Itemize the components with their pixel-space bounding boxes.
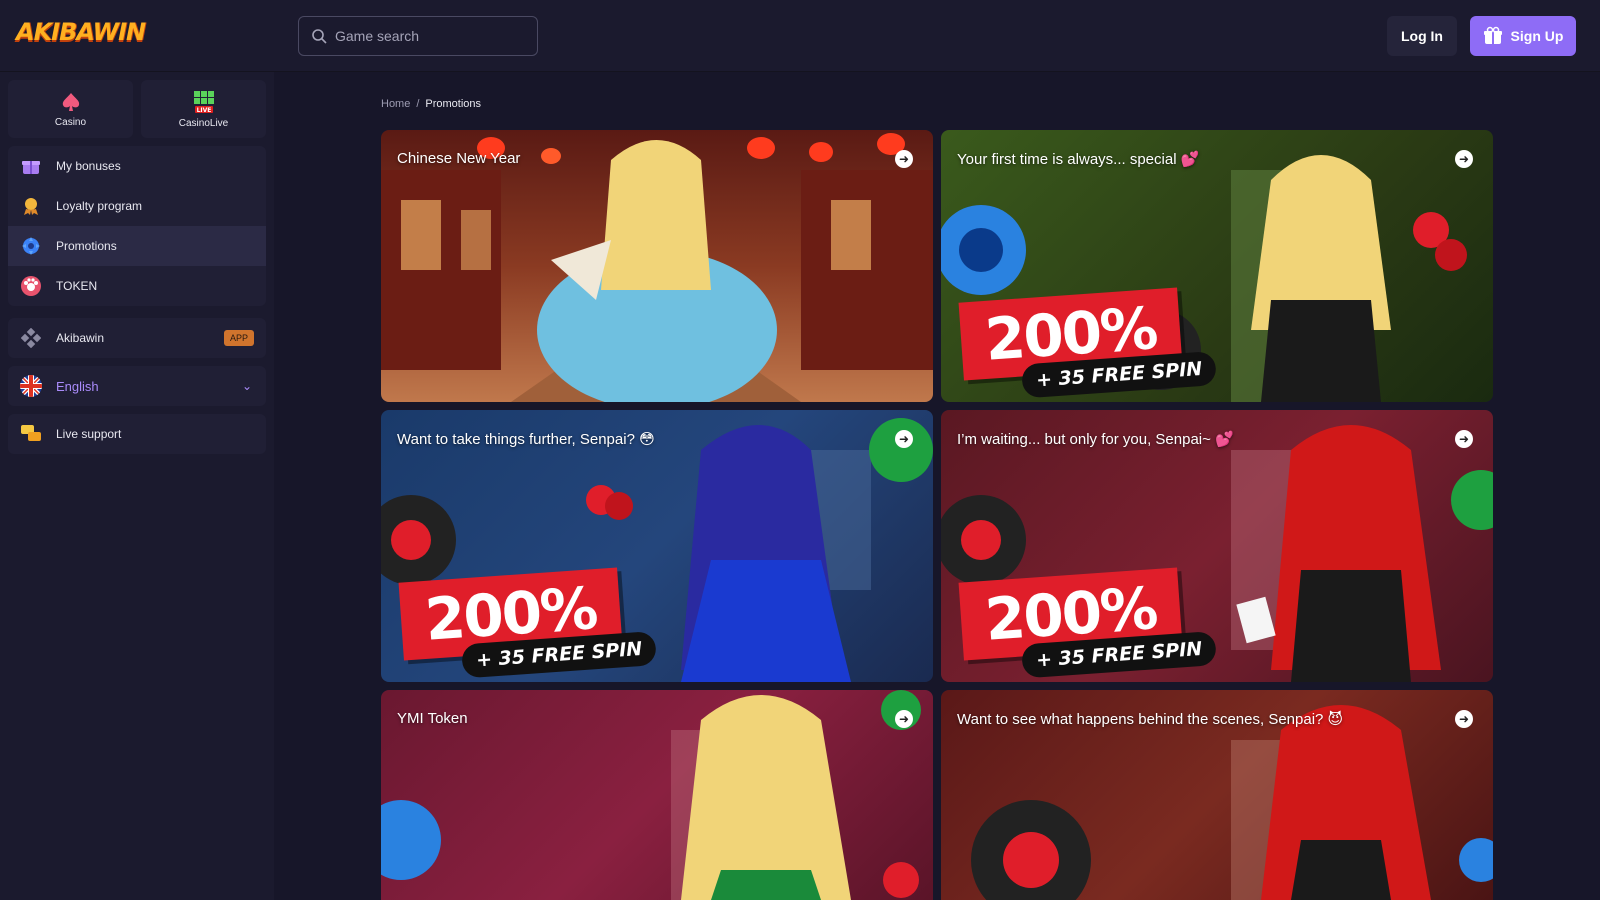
- sidebar-item-label: My bonuses: [56, 159, 121, 173]
- top-header: AKIBAWIN Log In Sign Up: [0, 0, 1600, 72]
- login-button[interactable]: Log In: [1387, 16, 1457, 56]
- promo-title: Chinese New Year: [397, 150, 521, 167]
- gift-icon: [20, 155, 42, 177]
- promo-card[interactable]: YMI Token ➜: [381, 690, 933, 900]
- sidebar: Casino LIVE CasinoLive My bonuses Loyalt…: [0, 72, 274, 900]
- promo-badge: 200% + 35 FREE SPIN: [958, 567, 1218, 679]
- language-dropdown[interactable]: English ⌄: [8, 366, 266, 406]
- tab-casinolive[interactable]: LIVE CasinoLive: [141, 80, 266, 138]
- live-support-group: Live support: [8, 414, 266, 454]
- app-badge: APP: [223, 330, 254, 346]
- sidebar-item-token[interactable]: TOKEN: [8, 266, 266, 306]
- sidebar-item-label: Loyalty program: [56, 199, 143, 213]
- main-content: Home / Promotions Chinese New Year ➜ You…: [274, 72, 1600, 900]
- sidebar-item-label: Akibawin: [56, 331, 105, 345]
- promo-title: I’m waiting... but only for you, Senpai~…: [957, 431, 1234, 448]
- sidebar-item-label: TOKEN: [56, 279, 98, 293]
- category-tabs: Casino LIVE CasinoLive: [8, 80, 266, 138]
- sidebar-item-loyalty[interactable]: Loyalty program: [8, 186, 266, 226]
- game-search[interactable]: [298, 16, 538, 56]
- breadcrumb-home[interactable]: Home: [381, 98, 410, 110]
- sidebar-item-label: Live support: [56, 427, 122, 441]
- search-icon: [312, 29, 327, 44]
- arrow-right-icon[interactable]: ➜: [1455, 150, 1473, 168]
- promo-title: Want to see what happens behind the scen…: [957, 711, 1344, 728]
- promo-badge: 200% + 35 FREE SPIN: [958, 287, 1218, 399]
- promo-card[interactable]: Want to see what happens behind the scen…: [941, 690, 1493, 900]
- signup-button[interactable]: Sign Up: [1470, 16, 1576, 56]
- promo-title: Want to take things further, Senpai? 😳: [397, 431, 655, 448]
- promo-card[interactable]: I’m waiting... but only for you, Senpai~…: [941, 410, 1493, 682]
- tab-casinolive-label: CasinoLive: [178, 117, 229, 129]
- promo-card[interactable]: Want to take things further, Senpai? 😳 ➜…: [381, 410, 933, 682]
- tab-casino[interactable]: Casino: [8, 80, 133, 138]
- spade-icon: [62, 92, 79, 111]
- breadcrumb-current: Promotions: [425, 98, 482, 110]
- sidebar-item-label: Promotions: [56, 239, 117, 253]
- arrow-right-icon[interactable]: ➜: [1455, 430, 1473, 448]
- arrow-right-icon[interactable]: ➜: [895, 710, 913, 728]
- sidebar-menu: My bonuses Loyalty program Promotions TO…: [8, 146, 266, 306]
- promo-artwork: [381, 133, 933, 402]
- chevron-down-icon: ⌄: [241, 379, 252, 393]
- signup-label: Sign Up: [1510, 28, 1564, 44]
- promo-card[interactable]: Chinese New Year ➜: [381, 130, 933, 402]
- token-icon: [20, 275, 42, 297]
- game-search-input[interactable]: [335, 28, 525, 44]
- arrow-right-icon[interactable]: ➜: [895, 430, 913, 448]
- sidebar-item-promotions[interactable]: Promotions: [8, 226, 266, 266]
- arrow-right-icon[interactable]: ➜: [895, 150, 913, 168]
- language-label: English: [56, 378, 99, 394]
- sidebar-item-my-bonuses[interactable]: My bonuses: [8, 146, 266, 186]
- promotions-icon: [20, 235, 42, 257]
- live-badge: LIVE: [196, 107, 211, 114]
- sidebar-item-akibawin-app[interactable]: Akibawin APP: [8, 318, 266, 358]
- chat-icon: [20, 423, 42, 445]
- diamond-icon: [20, 327, 42, 349]
- gift-icon: [1483, 26, 1502, 44]
- loyalty-icon: [20, 195, 42, 217]
- arrow-right-icon[interactable]: ➜: [1455, 710, 1473, 728]
- tab-casino-label: Casino: [54, 116, 87, 128]
- app-download-item[interactable]: Akibawin APP: [8, 318, 266, 358]
- promo-title: Your first time is always... special 💕: [957, 151, 1200, 168]
- promo-title: YMI Token: [397, 710, 468, 727]
- uk-flag-icon: [20, 375, 42, 397]
- akibawin-logo[interactable]: AKIBAWIN: [16, 18, 146, 46]
- breadcrumb-separator: /: [416, 98, 420, 110]
- breadcrumb: Home / Promotions: [381, 98, 481, 110]
- language-selector[interactable]: English ⌄: [8, 366, 266, 406]
- promo-badge: 200% + 35 FREE SPIN: [398, 567, 658, 679]
- live-grid-icon: LIVE: [193, 90, 214, 114]
- promo-card[interactable]: Your first time is always... special 💕 ➜…: [941, 130, 1493, 402]
- sidebar-item-live-support[interactable]: Live support: [8, 414, 266, 454]
